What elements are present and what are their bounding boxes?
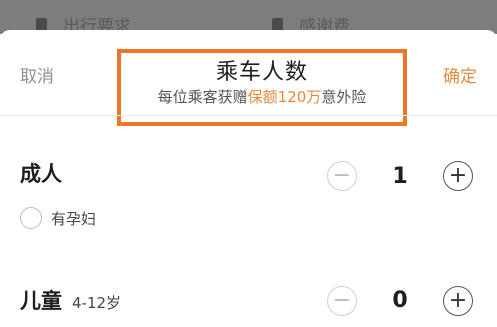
cancel-button[interactable]: 取消 [20,62,54,87]
header-divider [0,115,497,116]
child-label-text: 儿童 [20,289,62,313]
adult-label: 成人 [20,158,62,188]
minus-icon: − [332,288,352,313]
minus-icon: − [332,163,352,188]
child-increment-button[interactable]: + [443,286,473,316]
confirm-button[interactable]: 确定 [443,62,477,87]
adult-count: 1 [392,164,408,189]
adult-increment-button[interactable]: + [443,161,473,191]
plus-icon: + [448,288,468,313]
sheet-header: 取消 乘车人数 每位乘客获赠保额120万意外险 确定 [0,30,497,126]
passenger-count-sheet: 取消 乘车人数 每位乘客获赠保额120万意外险 确定 [0,30,497,327]
child-age-range: 4-12岁 [72,294,122,312]
adult-label-text: 成人 [20,162,62,186]
pregnant-option[interactable]: 有孕妇 [20,207,96,229]
child-decrement-button[interactable]: − [327,286,357,316]
plus-icon: + [448,163,468,188]
child-label: 儿童 4-12岁 [20,285,121,315]
background-overlay: 出行要求 感谢费 [0,0,497,37]
pregnant-label: 有孕妇 [51,209,97,228]
child-count: 0 [392,288,408,313]
pregnant-radio[interactable] [20,207,42,229]
adult-decrement-button[interactable]: − [327,161,357,191]
